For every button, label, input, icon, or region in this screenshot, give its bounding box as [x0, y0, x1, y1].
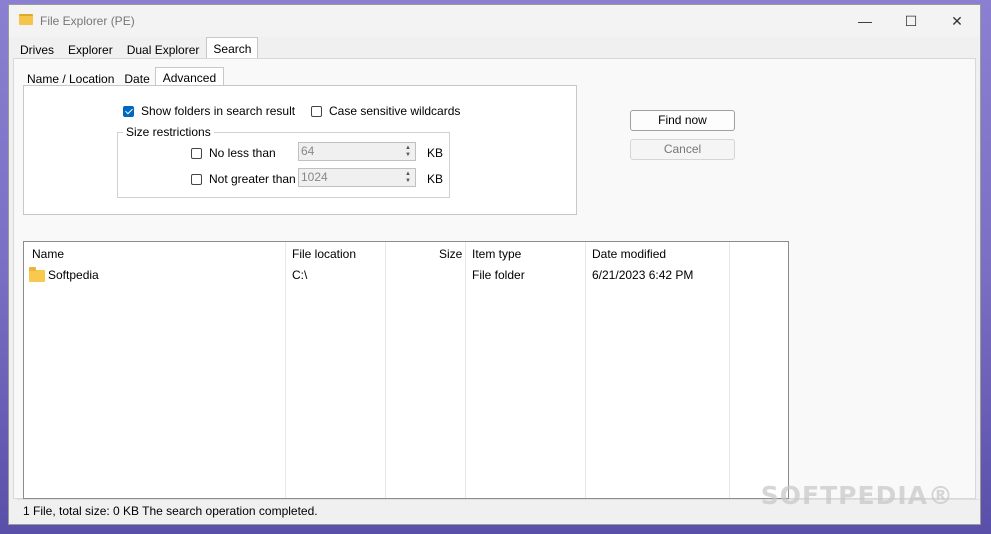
minimize-button[interactable]: —: [842, 5, 888, 37]
row-name: Softpedia: [48, 268, 99, 282]
window-title: File Explorer (PE): [40, 14, 135, 28]
find-now-button[interactable]: Find now: [630, 110, 735, 131]
folder-icon: [19, 14, 33, 25]
no-less-than-stepper[interactable]: 64 ▲ ▼: [298, 142, 416, 161]
show-folders-checkbox[interactable]: Show folders in search result: [123, 104, 295, 118]
spin-arrows-icon[interactable]: ▲ ▼: [402, 144, 414, 159]
folder-icon: [29, 267, 45, 282]
no-less-than-checkbox[interactable]: No less than: [191, 146, 276, 160]
row-date: 6/21/2023 6:42 PM: [592, 268, 694, 282]
column-header-type[interactable]: Item type: [472, 242, 521, 264]
spin-arrows-icon[interactable]: ▲ ▼: [402, 170, 414, 185]
not-greater-than-value: 1024: [301, 170, 328, 184]
row-location: C:\: [292, 268, 308, 282]
results-list[interactable]: Name File location Size Item type Date m…: [23, 241, 789, 499]
column-header-size[interactable]: Size: [439, 242, 462, 264]
cancel-button[interactable]: Cancel: [630, 139, 735, 160]
column-divider: [729, 242, 730, 498]
no-less-than-value: 64: [301, 144, 315, 158]
column-divider: [585, 242, 586, 498]
checkbox-checked-icon[interactable]: [123, 105, 134, 117]
app-window: File Explorer (PE) — ☐ ✕ Drives Explorer…: [8, 4, 981, 525]
column-divider: [385, 242, 386, 498]
no-less-than-label: No less than: [209, 146, 276, 160]
checkbox-unchecked-icon[interactable]: [191, 147, 202, 159]
column-header-name[interactable]: Name: [32, 242, 64, 264]
column-divider: [285, 242, 286, 498]
size-restrictions-label: Size restrictions: [123, 125, 214, 139]
not-greater-than-label: Not greater than: [209, 172, 296, 186]
row-type: File folder: [472, 268, 525, 282]
case-sensitive-label: Case sensitive wildcards: [329, 104, 461, 118]
close-button[interactable]: ✕: [934, 5, 980, 37]
unit-label: KB: [427, 146, 444, 160]
watermark-logo: SOFTPEDIA®: [760, 481, 954, 510]
checkbox-unchecked-icon[interactable]: [191, 173, 202, 185]
column-header-date[interactable]: Date modified: [592, 242, 666, 264]
title-bar[interactable]: File Explorer (PE) — ☐ ✕: [9, 5, 980, 37]
tab-search[interactable]: Search: [206, 37, 259, 60]
not-greater-than-stepper[interactable]: 1024 ▲ ▼: [298, 168, 416, 187]
show-folders-label: Show folders in search result: [141, 104, 296, 118]
main-tabs: Drives Explorer Dual Explorer Search: [13, 37, 259, 60]
not-greater-than-checkbox[interactable]: Not greater than: [191, 172, 296, 186]
case-sensitive-checkbox[interactable]: Case sensitive wildcards: [311, 104, 460, 118]
column-divider: [465, 242, 466, 498]
column-header-location[interactable]: File location: [292, 242, 356, 264]
checkbox-unchecked-icon[interactable]: [311, 105, 322, 117]
maximize-button[interactable]: ☐: [888, 5, 934, 37]
unit-label: KB: [427, 172, 444, 186]
